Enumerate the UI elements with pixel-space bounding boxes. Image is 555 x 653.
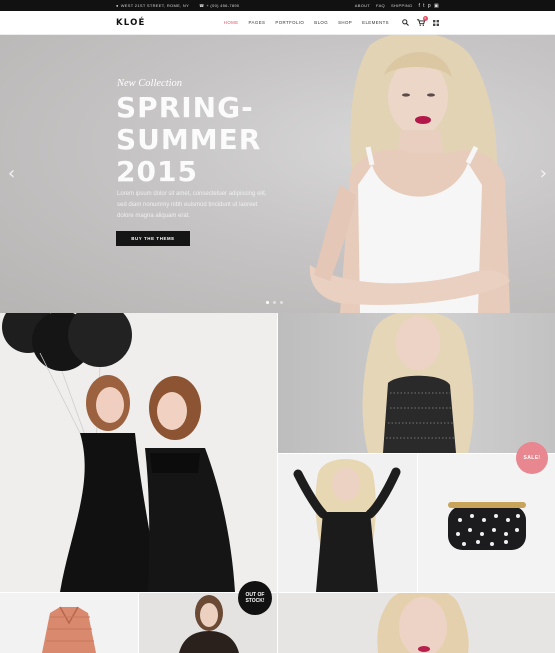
phone-text: + (00) 456-7890 — [206, 3, 240, 8]
slider-dot-3[interactable] — [280, 301, 283, 304]
hero-headline: SPRING- SUMMER 2015 — [116, 92, 261, 188]
cart-count-badge: 0 — [423, 16, 428, 21]
page: ● WEST 21ST STREET, ROME, NY ☎ + (00) 45… — [0, 0, 555, 653]
search-icon[interactable] — [402, 19, 409, 26]
instagram-icon[interactable]: ▣ — [434, 3, 439, 9]
twitter-icon[interactable]: t — [423, 3, 425, 9]
hero-kicker: New Collection — [117, 78, 183, 89]
main-nav: HOME PAGES PORTFOLIO BLOG SHOP ELEMENTS … — [224, 16, 439, 26]
phone-item: ☎ + (00) 456-7890 — [199, 3, 239, 8]
location-pin-icon: ● — [116, 3, 119, 8]
phone-icon: ☎ — [199, 3, 205, 8]
hero-slider: ‹ › New Collection SPRING- SUMMER 2015 L… — [0, 35, 555, 313]
top-bar-contact: ● WEST 21ST STREET, ROME, NY ☎ + (00) 45… — [116, 3, 239, 8]
nav-item-portfolio[interactable]: PORTFOLIO — [275, 20, 304, 25]
grid-tile-blonde-model[interactable] — [278, 313, 555, 453]
header-tools: 0 — [402, 16, 439, 26]
nav-item-elements[interactable]: ELEMENTS — [362, 20, 389, 25]
hero-headline-line-1: SPRING- — [116, 91, 254, 124]
grid-menu-icon[interactable] — [433, 19, 439, 26]
grid-tile-jacket-product[interactable] — [0, 593, 138, 653]
portrait-photo — [377, 593, 469, 653]
address-text: WEST 21ST STREET, ROME, NY — [120, 3, 190, 8]
nav-item-blog[interactable]: BLOG — [314, 20, 328, 25]
hero-description: Lorem ipsum dolor sit amet, consectetuer… — [117, 191, 267, 219]
buy-theme-button[interactable]: BUY THE THEME — [116, 231, 190, 246]
grid-tile-portrait[interactable] — [278, 593, 555, 653]
grid-tile-balloons[interactable] — [0, 313, 277, 592]
slider-dots — [266, 301, 283, 304]
slider-next-arrow[interactable]: › — [540, 163, 547, 184]
jacket-photo — [42, 606, 96, 653]
hero-headline-line-3: 2015 — [116, 155, 198, 188]
sale-badge: SALE! — [516, 442, 548, 474]
top-link-about[interactable]: ABOUT — [355, 3, 370, 8]
slider-prev-arrow[interactable]: ‹ — [8, 163, 15, 184]
nav-item-shop[interactable]: SHOP — [338, 20, 352, 25]
hero-headline-line-2: SUMMER — [116, 123, 262, 156]
sequin-model-photo — [293, 459, 401, 592]
slider-dot-1[interactable] — [266, 301, 269, 304]
logo[interactable]: KLOÉ — [116, 18, 146, 28]
facebook-icon[interactable]: f — [418, 3, 420, 9]
grid-tile-sequin-model[interactable] — [278, 454, 417, 592]
grid-tile-clutch-product[interactable] — [418, 454, 555, 592]
top-bar: ● WEST 21ST STREET, ROME, NY ☎ + (00) 45… — [0, 0, 555, 11]
social-links: f t p ▣ — [418, 3, 439, 9]
nav-item-home[interactable]: HOME — [224, 20, 239, 25]
out-of-stock-badge: OUT OF STOCK! — [238, 581, 272, 615]
clutch-bag-photo — [448, 502, 526, 550]
blonde-model-photo — [362, 313, 474, 453]
top-bar-links: ABOUT FAQ SHIPPING f t p ▣ — [355, 3, 439, 9]
main-header: KLOÉ HOME PAGES PORTFOLIO BLOG SHOP ELEM… — [0, 11, 555, 35]
out-of-stock-line-2: STOCK! — [245, 598, 265, 604]
top-link-faq[interactable]: FAQ — [376, 3, 385, 8]
nav-item-pages[interactable]: PAGES — [249, 20, 266, 25]
slider-dot-2[interactable] — [273, 301, 276, 304]
cart-button[interactable]: 0 — [417, 16, 428, 26]
address-item: ● WEST 21ST STREET, ROME, NY — [116, 3, 189, 8]
top-link-shipping[interactable]: SHIPPING — [391, 3, 413, 8]
hero-model-image — [309, 35, 510, 313]
balloons-photo — [2, 313, 235, 592]
pinterest-icon[interactable]: p — [428, 3, 431, 9]
